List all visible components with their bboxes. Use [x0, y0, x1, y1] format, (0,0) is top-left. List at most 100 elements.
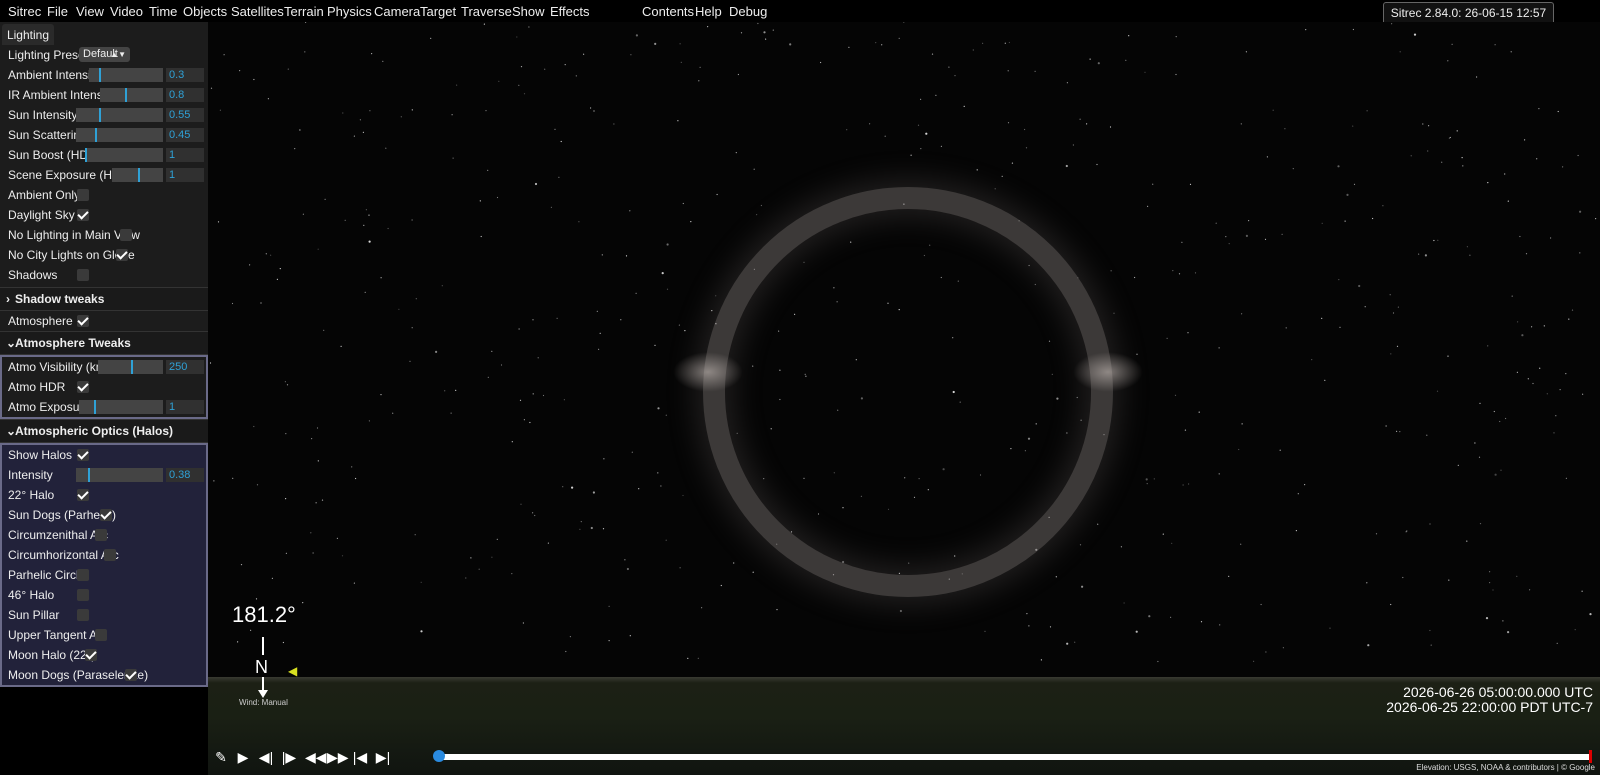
sun-intensity-input[interactable]: 0.55 [166, 108, 204, 122]
slider-knob[interactable] [88, 468, 91, 482]
timeline-scrubber[interactable] [438, 754, 1591, 760]
star [1502, 620, 1504, 622]
menu-physics[interactable]: Physics [327, 0, 372, 22]
atmo-exposure-input[interactable]: 1 [166, 400, 204, 414]
menu-debug[interactable]: Debug [729, 0, 767, 22]
star [869, 123, 871, 125]
slider-knob[interactable] [99, 68, 102, 82]
menu-satellites[interactable]: Satellites [231, 0, 284, 22]
star [1281, 233, 1283, 235]
slider-knob[interactable] [99, 108, 102, 122]
moon-halo-checkbox[interactable] [85, 649, 97, 661]
menu-camera[interactable]: Camera [374, 0, 420, 22]
circumhorizontal-checkbox[interactable] [104, 549, 116, 561]
menu-target[interactable]: Target [420, 0, 456, 22]
sun-pillar-checkbox[interactable] [77, 609, 89, 621]
scene-exposure-input[interactable]: 1 [166, 168, 204, 182]
menu-effects[interactable]: Effects [550, 0, 590, 22]
star [1478, 456, 1481, 458]
sun-scattering-input[interactable]: 0.45 [166, 128, 204, 142]
upper-tangent-checkbox[interactable] [95, 629, 107, 641]
ir-ambient-slider[interactable] [100, 88, 163, 102]
folder-atmospheric-optics[interactable]: ⌄ Atmospheric Optics (Halos) [0, 419, 208, 443]
show-halos-checkbox[interactable] [77, 449, 89, 461]
no-lighting-checkbox[interactable] [120, 229, 132, 241]
step-back-icon[interactable]: ◀| [257, 749, 275, 765]
sun-intensity-slider[interactable] [76, 108, 163, 122]
lighting-preset-select[interactable]: Default ▲▼ [79, 47, 130, 62]
ambient-intensity-input[interactable]: 0.3 [166, 68, 204, 82]
fast-forward-icon[interactable]: ▶▶ [327, 749, 349, 765]
sun-scattering-slider[interactable] [76, 128, 163, 142]
star [1174, 394, 1177, 396]
ambient-only-row: Ambient Only [0, 185, 208, 205]
shadows-checkbox[interactable] [77, 269, 89, 281]
star [1525, 253, 1528, 255]
play-icon[interactable]: ▶ [234, 749, 252, 765]
star [1451, 43, 1453, 45]
ir-ambient-input[interactable]: 0.8 [166, 88, 204, 102]
slider-knob[interactable] [125, 88, 128, 102]
star [411, 109, 413, 111]
atmo-exposure-slider[interactable] [79, 400, 163, 414]
halo22-checkbox[interactable] [77, 489, 89, 501]
slider-knob[interactable] [94, 400, 97, 414]
main-3d-view[interactable] [208, 22, 1600, 775]
atmo-hdr-checkbox[interactable] [77, 381, 89, 393]
step-forward-icon[interactable]: |▶ [280, 749, 298, 765]
star [1500, 469, 1502, 471]
menu-show[interactable]: Show [512, 0, 545, 22]
star [1479, 402, 1481, 404]
star [765, 38, 767, 40]
atmo-visibility-slider[interactable] [98, 360, 163, 374]
atmosphere-checkbox[interactable] [77, 315, 89, 327]
halo-intensity-input[interactable]: 0.38 [166, 468, 204, 482]
jump-start-icon[interactable]: |◀ [351, 749, 369, 765]
parhelic-circle-checkbox[interactable] [77, 569, 89, 581]
pin-icon[interactable]: ✎ [212, 749, 230, 765]
slider-knob[interactable] [95, 128, 98, 142]
camera-marker-icon: ◀ [288, 664, 298, 678]
star [560, 140, 562, 143]
star [1550, 237, 1552, 239]
daylight-sky-checkbox[interactable] [77, 209, 89, 221]
slider-knob[interactable] [85, 148, 87, 162]
halo-intensity-slider[interactable] [76, 468, 163, 482]
folder-shadow-tweaks[interactable]: › Shadow tweaks [0, 287, 208, 311]
ambient-intensity-slider[interactable] [89, 68, 163, 82]
folder-atmosphere-tweaks[interactable]: ⌄ Atmosphere Tweaks [0, 331, 208, 355]
menu-help[interactable]: Help [695, 0, 722, 22]
circumzenithal-checkbox[interactable] [95, 529, 107, 541]
sun-dogs-checkbox[interactable] [100, 509, 112, 521]
menu-traverse[interactable]: Traverse [461, 0, 512, 22]
scene-exposure-slider[interactable] [112, 168, 163, 182]
slider-knob[interactable] [130, 360, 133, 374]
menu-sitrec[interactable]: Sitrec [8, 0, 41, 22]
sun-boost-input[interactable]: 1 [166, 148, 204, 162]
star [1557, 110, 1559, 113]
sun-intensity-row: Sun Intensity 0.55 [0, 105, 208, 125]
moon-dogs-checkbox[interactable] [125, 669, 137, 681]
slider-label: Sun Intensity [8, 108, 78, 122]
menu-contents[interactable]: Contents [642, 0, 694, 22]
star [772, 29, 774, 31]
menu-objects[interactable]: Objects [183, 0, 227, 22]
no-city-lights-checkbox[interactable] [116, 249, 128, 261]
slider-knob[interactable] [137, 168, 140, 182]
tab-lighting[interactable]: Lighting [2, 24, 54, 45]
jump-end-icon[interactable]: ▶| [374, 749, 392, 765]
rewind-icon[interactable]: ◀◀ [305, 749, 327, 765]
sun-boost-slider[interactable] [85, 148, 163, 162]
menu-video[interactable]: Video [110, 0, 143, 22]
menu-file[interactable]: File [47, 0, 68, 22]
timeline-handle[interactable] [433, 750, 445, 762]
star [1248, 220, 1250, 222]
menu-terrain[interactable]: Terrain [284, 0, 324, 22]
menu-view[interactable]: View [76, 0, 104, 22]
ambient-only-checkbox[interactable] [77, 189, 89, 201]
star [355, 477, 357, 480]
menu-time[interactable]: Time [149, 0, 177, 22]
atmo-visibility-input[interactable]: 250 [166, 360, 204, 374]
halo46-checkbox[interactable] [77, 589, 89, 601]
star [1382, 205, 1384, 207]
